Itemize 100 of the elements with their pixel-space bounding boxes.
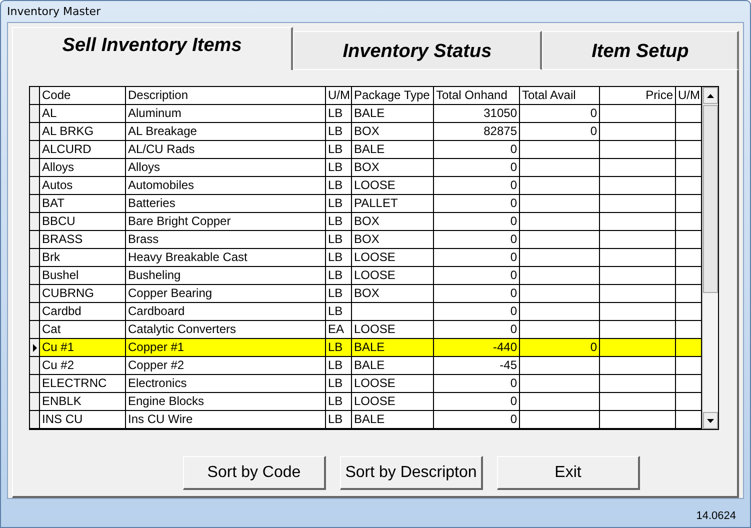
table-cell: Engine Blocks <box>126 393 326 411</box>
row-selector[interactable] <box>30 339 40 357</box>
table-cell: Bushel <box>40 267 126 285</box>
table-cell: Copper Bearing <box>126 285 326 303</box>
scroll-up-icon[interactable] <box>707 94 714 98</box>
table-cell: BALE <box>352 105 434 123</box>
table-cell: 0 <box>520 339 600 357</box>
table-cell: 82875 <box>434 123 520 141</box>
table-cell: BOX <box>352 159 434 177</box>
table-cell: Bare Bright Copper <box>126 213 326 231</box>
table-cell: LOOSE <box>352 267 434 285</box>
table-cell: Heavy Breakable Cast <box>126 249 326 267</box>
row-selector[interactable] <box>30 213 40 231</box>
table-cell: Brk <box>40 249 126 267</box>
column-header[interactable]: Price <box>600 87 676 105</box>
table-cell: ALCURD <box>40 141 126 159</box>
table-cell: 0 <box>434 195 520 213</box>
table-cell: Cu #1 <box>40 339 126 357</box>
row-selector[interactable] <box>30 411 40 429</box>
column-header[interactable]: Package Type <box>352 87 434 105</box>
column-header[interactable]: Description <box>126 87 326 105</box>
row-selector[interactable] <box>30 267 40 285</box>
table-cell: CUBRNG <box>40 285 126 303</box>
table-cell: LB <box>326 105 352 123</box>
table-cell: LOOSE <box>352 393 434 411</box>
row-selector[interactable] <box>30 393 40 411</box>
table-cell: LB <box>326 411 352 429</box>
action-button[interactable]: Sort by Code <box>183 456 326 490</box>
table-cell: BALE <box>352 339 434 357</box>
row-selector[interactable] <box>30 195 40 213</box>
column-header[interactable]: Total Avail <box>520 87 600 105</box>
row-selector[interactable] <box>30 123 40 141</box>
table-cell: BALE <box>352 411 434 429</box>
scroll-bar[interactable] <box>702 87 718 429</box>
table-cell: AL/CU Rads <box>126 141 326 159</box>
row-selector[interactable] <box>30 375 40 393</box>
table-cell: PALLET <box>352 195 434 213</box>
row-selector[interactable] <box>30 321 40 339</box>
table-cell: LB <box>326 375 352 393</box>
column-header[interactable]: U/M <box>326 87 352 105</box>
table-cell: Brass <box>126 231 326 249</box>
table-cell: 0 <box>434 159 520 177</box>
table-cell: Aluminum <box>126 105 326 123</box>
column-header[interactable]: Total Onhand <box>434 87 520 105</box>
table-cell: BALE <box>352 357 434 375</box>
row-selector[interactable] <box>30 249 40 267</box>
table-cell: 0 <box>434 285 520 303</box>
table-cell: LB <box>326 159 352 177</box>
table-cell: 0 <box>434 177 520 195</box>
table-cell: Busheling <box>126 267 326 285</box>
table-cell: Ins CU Wire <box>126 411 326 429</box>
table-cell: LB <box>326 213 352 231</box>
table-cell: LB <box>326 285 352 303</box>
table-cell: 0 <box>434 303 520 321</box>
table-cell: Copper #1 <box>126 339 326 357</box>
table-cell: LB <box>326 393 352 411</box>
tab[interactable]: Inventory Status <box>293 31 542 70</box>
table-cell: AL BRKG <box>40 123 126 141</box>
table-cell: LB <box>326 303 352 321</box>
row-selector[interactable] <box>30 303 40 321</box>
table-cell: AL Breakage <box>126 123 326 141</box>
action-button[interactable]: Exit <box>497 456 640 490</box>
scroll-down-icon[interactable] <box>707 418 714 422</box>
table-cell: 0 <box>434 375 520 393</box>
table-cell: 0 <box>520 105 600 123</box>
table-cell: Copper #2 <box>126 357 326 375</box>
table-cell: BBCU <box>40 213 126 231</box>
table-cell: 0 <box>434 411 520 429</box>
row-selector[interactable] <box>30 357 40 375</box>
table-cell: -45 <box>434 357 520 375</box>
column-header[interactable]: Code <box>40 87 126 105</box>
table-cell: 0 <box>434 393 520 411</box>
row-selector[interactable] <box>30 141 40 159</box>
table-cell: LOOSE <box>352 249 434 267</box>
row-selector[interactable] <box>30 177 40 195</box>
table-cell: LB <box>326 357 352 375</box>
table-cell: BAT <box>40 195 126 213</box>
row-selector[interactable] <box>30 231 40 249</box>
action-button[interactable]: Sort by Descripton <box>340 456 483 490</box>
table-cell: 31050 <box>434 105 520 123</box>
table-cell: Cardboard <box>126 303 326 321</box>
table-cell: Autos <box>40 177 126 195</box>
table-cell: LB <box>326 177 352 195</box>
row-selector[interactable] <box>30 159 40 177</box>
table-cell: AL <box>40 105 126 123</box>
table-cell: 0 <box>434 231 520 249</box>
table-cell: LB <box>326 195 352 213</box>
table-cell: Automobiles <box>126 177 326 195</box>
table-cell: ELECTRNC <box>40 375 126 393</box>
row-selector[interactable] <box>30 105 40 123</box>
table-cell: BOX <box>352 231 434 249</box>
table-cell: LB <box>326 231 352 249</box>
table-cell: BOX <box>352 285 434 303</box>
tab[interactable]: Sell Inventory Items <box>12 27 294 70</box>
table-cell: 0 <box>434 249 520 267</box>
table-cell: Electronics <box>126 375 326 393</box>
row-selector[interactable] <box>30 285 40 303</box>
table-cell: BRASS <box>40 231 126 249</box>
tab[interactable]: Item Setup <box>542 31 739 70</box>
table-cell: INS CU <box>40 411 126 429</box>
